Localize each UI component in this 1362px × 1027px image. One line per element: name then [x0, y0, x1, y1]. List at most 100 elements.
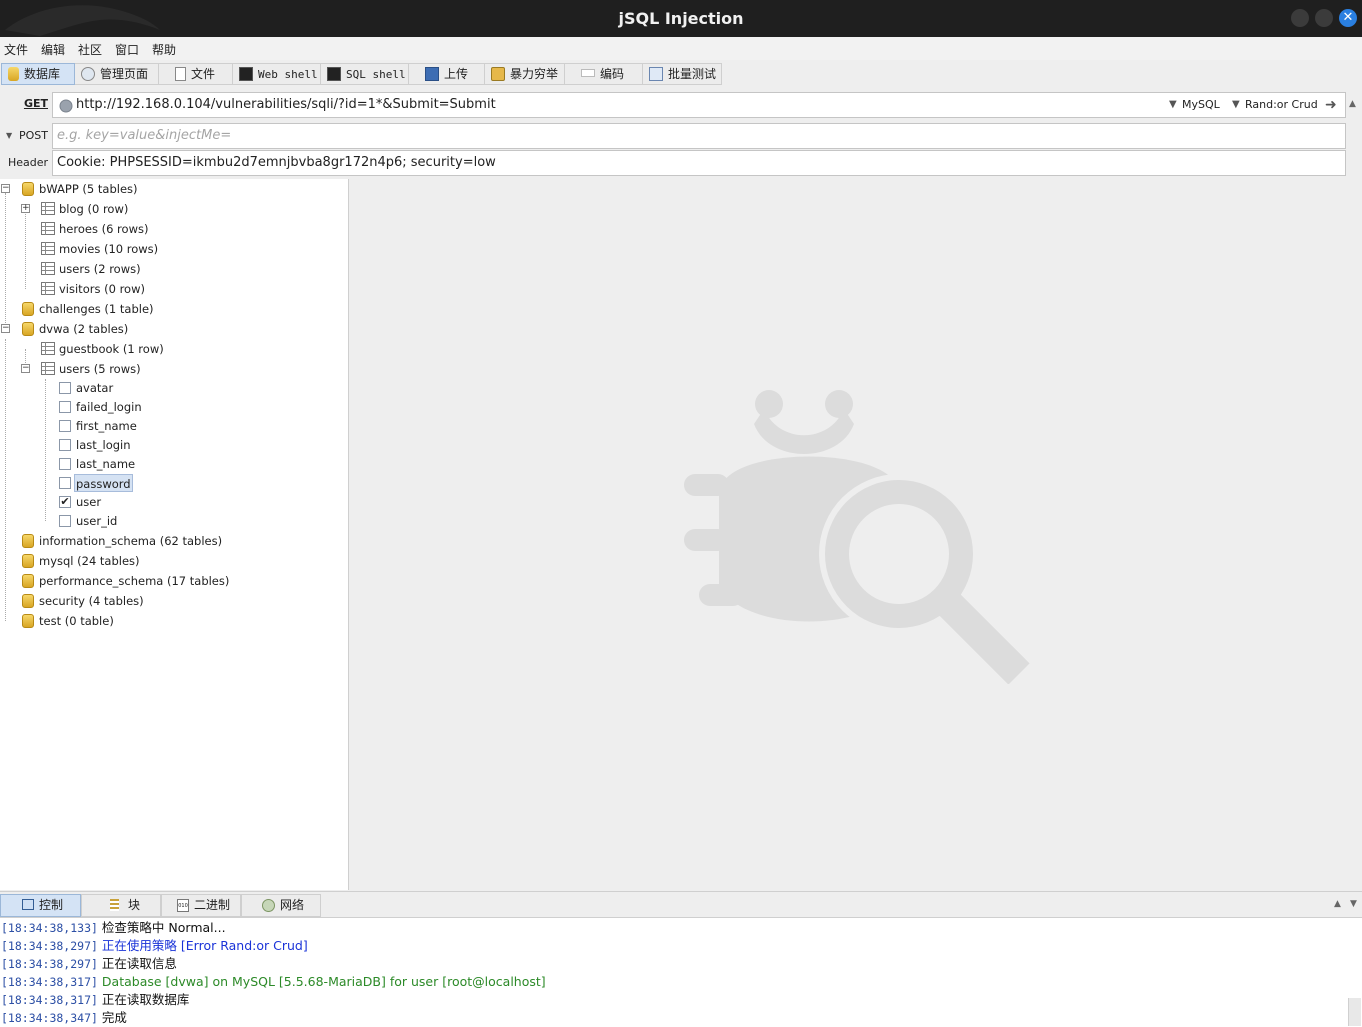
log-message: 正在读取数据库	[101, 992, 190, 1007]
menu-help[interactable]: 帮助	[152, 41, 176, 58]
url-value: http://192.168.0.104/vulnerabilities/sql…	[76, 97, 496, 112]
db-engine-select[interactable]: MySQL	[1182, 93, 1220, 117]
tree-column-user[interactable]: user	[76, 493, 101, 511]
tree-column-last-name[interactable]: last_name	[76, 455, 135, 473]
console-icon	[22, 899, 34, 910]
column-checkbox[interactable]	[59, 439, 71, 451]
log-line: [18:34:38,317] 正在读取数据库	[1, 991, 189, 1009]
minimize-button[interactable]	[1291, 9, 1309, 27]
tree-table-heroes[interactable]: heroes (6 rows)	[59, 220, 148, 238]
table-icon	[41, 262, 55, 275]
chevron-up-icon[interactable]: ▲	[1349, 99, 1356, 109]
post-data-field[interactable]: e.g. key=value&injectMe=	[52, 123, 1346, 149]
arrow-right-icon[interactable]: ➜	[1325, 93, 1337, 117]
upload-icon	[425, 67, 439, 81]
log-message: 检查策略中 Normal...	[101, 920, 226, 935]
tree-db-information-schema[interactable]: information_schema (62 tables)	[39, 532, 222, 550]
menu-edit[interactable]: 编辑	[41, 41, 65, 58]
log-timestamp: [18:34:38,133]	[1, 921, 98, 935]
tab-admin-page[interactable]: 管理页面	[75, 63, 159, 85]
tree-db-performance-schema[interactable]: performance_schema (17 tables)	[39, 572, 229, 590]
tree-db-security[interactable]: security (4 tables)	[39, 592, 144, 610]
column-checkbox[interactable]	[59, 515, 71, 527]
column-checkbox[interactable]	[59, 458, 71, 470]
database-tree: − bWAPP (5 tables) + blog (0 row) heroes…	[0, 179, 349, 890]
globe-icon	[59, 99, 73, 113]
tree-table-blog[interactable]: blog (0 row)	[59, 200, 128, 218]
chevron-down-icon[interactable]: ▼	[1350, 899, 1357, 909]
post-label[interactable]: POST	[8, 129, 48, 142]
table-icon	[41, 362, 55, 375]
tab-sql-shell[interactable]: SQL shell	[321, 63, 409, 85]
tree-table-movies[interactable]: movies (10 rows)	[59, 240, 158, 258]
chevron-up-icon[interactable]: ▲	[1334, 899, 1341, 909]
tree-table-guestbook[interactable]: guestbook (1 row)	[59, 340, 164, 358]
header-field[interactable]: Cookie: PHPSESSID=ikmbu2d7emnjbvba8gr172…	[52, 150, 1346, 176]
terminal-icon	[327, 67, 341, 81]
network-icon	[262, 899, 275, 912]
collapse-toggle[interactable]: −	[1, 324, 10, 333]
collapse-toggle[interactable]: −	[21, 364, 30, 373]
tree-table-visitors[interactable]: visitors (0 row)	[59, 280, 145, 298]
database-icon	[22, 182, 34, 196]
log-line: [18:34:38,297] 正在读取信息	[1, 955, 177, 973]
tab-console[interactable]: 控制	[0, 894, 81, 917]
column-checkbox[interactable]	[59, 420, 71, 432]
main-tabs: 数据库 管理页面 文件 Web shell SQL shell 上传 暴力穷举 …	[0, 62, 1362, 86]
database-icon	[22, 322, 34, 336]
tab-file[interactable]: 文件	[159, 63, 233, 85]
result-panel	[349, 179, 1362, 890]
binary-icon: 010	[177, 899, 189, 912]
tree-table-users[interactable]: users (5 rows)	[59, 360, 141, 378]
tree-column-user-id[interactable]: user_id	[76, 512, 117, 530]
tab-encode[interactable]: 编码	[565, 63, 643, 85]
menu-community[interactable]: 社区	[78, 41, 102, 58]
tree-db-dvwa[interactable]: dvwa (2 tables)	[39, 320, 128, 338]
console-scrollbar[interactable]	[1348, 998, 1361, 1026]
tab-database[interactable]: 数据库	[1, 63, 75, 85]
column-checkbox-checked[interactable]: ✔	[59, 496, 71, 508]
database-icon	[22, 574, 34, 588]
close-button[interactable]: ✕	[1339, 9, 1357, 27]
table-icon	[41, 202, 55, 215]
console-log[interactable]: [18:34:38,133] 检查策略中 Normal... [18:34:38…	[0, 917, 1362, 1027]
tab-upload[interactable]: 上传	[409, 63, 485, 85]
file-icon	[175, 67, 186, 81]
tree-column-password[interactable]: password	[74, 474, 133, 492]
column-checkbox[interactable]	[59, 401, 71, 413]
log-message: 正在读取信息	[101, 956, 177, 971]
tab-batch-test[interactable]: 批量测试	[643, 63, 722, 85]
tab-chunk[interactable]: 块	[81, 894, 161, 917]
tree-db-bwapp[interactable]: bWAPP (5 tables)	[39, 180, 138, 198]
database-icon	[22, 554, 34, 568]
terminal-icon	[239, 67, 253, 81]
menu-file[interactable]: 文件	[4, 41, 28, 58]
strategy-select[interactable]: Rand:or Crud	[1245, 93, 1318, 117]
menu-window[interactable]: 窗口	[115, 41, 139, 58]
expand-toggle[interactable]: +	[21, 204, 30, 213]
method-get-label[interactable]: GET	[8, 97, 48, 110]
tree-column-failed-login[interactable]: failed_login	[76, 398, 142, 416]
url-field[interactable]: http://192.168.0.104/vulnerabilities/sql…	[52, 92, 1346, 118]
chevron-down-icon: ▼	[1169, 99, 1177, 110]
tab-binary[interactable]: 010 二进制	[161, 894, 241, 917]
maximize-button[interactable]	[1315, 9, 1333, 27]
tab-network[interactable]: 网络	[241, 894, 321, 917]
column-checkbox[interactable]	[59, 477, 71, 489]
tab-bruteforce[interactable]: 暴力穷举	[485, 63, 565, 85]
tab-web-shell[interactable]: Web shell	[233, 63, 321, 85]
tree-db-challenges[interactable]: challenges (1 table)	[39, 300, 154, 318]
collapse-toggle[interactable]: −	[1, 184, 10, 193]
table-icon	[41, 242, 55, 255]
tree-column-last-login[interactable]: last_login	[76, 436, 131, 454]
tree-table-users[interactable]: users (2 rows)	[59, 260, 141, 278]
log-timestamp: [18:34:38,297]	[1, 957, 98, 971]
tree-column-first-name[interactable]: first_name	[76, 417, 137, 435]
batch-test-icon	[649, 67, 663, 81]
tree-db-mysql[interactable]: mysql (24 tables)	[39, 552, 140, 570]
tree-column-avatar[interactable]: avatar	[76, 379, 113, 397]
tree-db-test[interactable]: test (0 table)	[39, 612, 114, 630]
column-checkbox[interactable]	[59, 382, 71, 394]
database-icon	[22, 534, 34, 548]
chevron-down-icon: ▼	[1232, 99, 1240, 110]
